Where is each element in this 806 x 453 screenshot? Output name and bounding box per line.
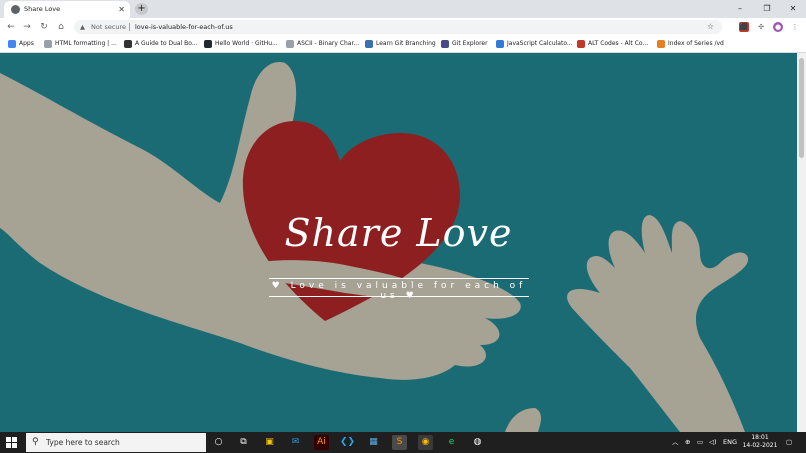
bookmark-label: A Guide to Dual Bo... [135,40,198,47]
globe-icon [44,40,52,48]
security-label[interactable]: Not secure [91,20,126,34]
sublime-text-icon[interactable]: S [392,435,407,450]
bookmark-item[interactable]: A Guide to Dual Bo... [124,36,198,52]
git-explorer-icon [441,40,449,48]
cortana-icon[interactable]: ○ [211,435,226,450]
task-view-icon[interactable]: ⧉ [236,435,251,450]
forward-icon[interactable]: → [21,21,33,33]
profile-avatar[interactable]: ● [773,22,783,32]
clock[interactable]: 18:01 14-02-2021 [740,434,780,450]
bottom-hand-fragment [505,408,542,432]
bookmark-item[interactable]: Index of Series /vd [657,36,724,52]
bookmark-item[interactable]: Hello World · GitHu... [204,36,278,52]
js-icon [496,40,504,48]
git-icon [365,40,373,48]
page-scrollbar[interactable] [797,53,806,432]
search-placeholder: Type here to search [46,438,120,447]
hero-title: Share Love [284,211,513,255]
bookmark-label: Apps [19,40,34,47]
store-icon[interactable]: ▣ [262,435,277,450]
scroll-thumb[interactable] [799,58,804,158]
mail-icon[interactable]: ✉ [288,435,303,450]
alt-codes-icon [577,40,585,48]
bookmark-item[interactable]: Learn Git Branching [365,36,436,52]
site-icon [124,40,132,48]
minimize-button[interactable]: – [727,0,753,18]
bookmark-item[interactable]: ALT Codes - Alt Co... [577,36,648,52]
page-content: Share Love ♥ Love is valuable for each o… [0,53,797,432]
close-window-button[interactable]: ✕ [780,0,806,18]
vscode-icon[interactable]: ❮❯ [340,435,355,450]
extensions-icon[interactable]: ✣ [756,22,766,32]
globe-icon [11,5,20,14]
bookmark-item[interactable]: Git Explorer [441,36,488,52]
bookmark-item[interactable]: ASCII - Binary Char... [286,36,359,52]
apps-grid-icon [8,40,16,48]
taskbar: ⚲ Type here to search ○ ⧉ ▣ ✉ Ai ❮❯ ▦ S … [0,432,806,453]
app-icon[interactable]: ◍ [470,435,485,450]
home-icon[interactable]: ⌂ [55,21,67,33]
browser-toolbar: ← → ↻ ⌂ ▲ Not secure love-is-valuable-fo… [0,18,806,36]
globe-icon [286,40,294,48]
back-icon[interactable]: ← [5,21,17,33]
battery-icon[interactable]: ▭ [697,432,703,453]
windows-start-icon[interactable] [6,437,17,448]
bookmark-label: JavaScript Calculato... [507,40,573,47]
tab-title: Share Love [24,5,61,13]
warning-icon: ▲ [80,23,85,31]
edge-icon[interactable]: e [444,435,459,450]
bookmark-label: HTML formatting | ... [55,40,117,47]
menu-icon[interactable]: ⋮ [790,22,800,32]
calculator-icon[interactable]: ▦ [366,435,381,450]
tab-strip: Share Love ✕ + – ❐ ✕ [0,0,806,18]
bookmark-label: ALT Codes - Alt Co... [588,40,649,47]
taskbar-search-input[interactable]: ⚲ Type here to search [26,433,206,452]
close-tab-icon[interactable]: ✕ [118,1,125,18]
reload-icon[interactable]: ↻ [38,21,50,33]
bookmark-item[interactable]: HTML formatting | ... [44,36,117,52]
clock-date: 14-02-2021 [742,442,778,449]
github-icon [204,40,212,48]
notifications-icon[interactable]: ▢ [786,432,792,453]
browser-tab[interactable]: Share Love ✕ [4,1,130,18]
address-bar[interactable]: ▲ Not secure love-is-valuable-for-each-o… [74,20,722,34]
language-indicator[interactable]: ENG [723,432,737,453]
bookmark-label: Learn Git Branching [376,40,436,47]
bookmark-label: ASCII - Binary Char... [297,40,360,47]
url-text[interactable]: love-is-valuable-for-each-of.us [135,20,233,34]
bookmarks-bar: Apps HTML formatting | ... A Guide to Dual… [0,36,806,53]
illustrator-icon[interactable]: Ai [314,435,329,450]
bookmark-item[interactable]: Apps [8,36,34,52]
bookmark-label: Hello World · GitHu... [215,40,278,47]
tray-chevron-icon[interactable]: ︿ [672,432,679,453]
bookmark-item[interactable]: JavaScript Calculato... [496,36,573,52]
divider [129,23,130,31]
network-icon[interactable]: ⊕ [685,432,690,453]
divider-top [269,278,529,279]
new-tab-button[interactable]: + [135,3,148,15]
search-icon: ⚲ [32,437,39,447]
bookmark-star-icon[interactable]: ☆ [707,20,714,34]
maximize-button[interactable]: ❐ [754,0,780,18]
pdf-extension-icon[interactable]: ⬛ [739,22,749,32]
bookmark-label: Git Explorer [452,40,488,47]
chrome-icon[interactable]: ◉ [418,435,433,450]
bookmark-label: Index of Series /vd [668,40,724,47]
clock-time: 18:01 [751,434,769,441]
volume-icon[interactable]: ◁) [709,432,717,453]
folder-icon [657,40,665,48]
divider-bottom [269,296,529,297]
hero-subtitle: ♥ Love is valuable for each of us ♥ [271,281,527,301]
